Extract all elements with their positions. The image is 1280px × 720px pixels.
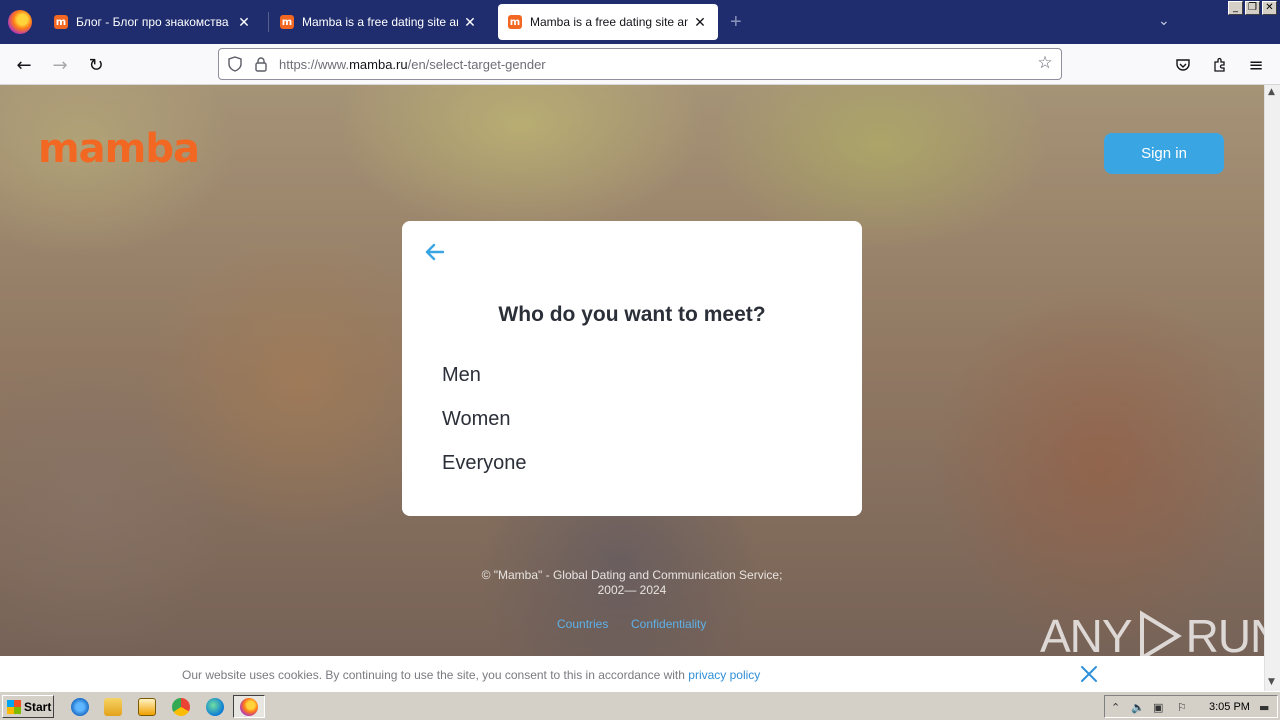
close-icon[interactable] bbox=[1079, 664, 1099, 684]
firefox-icon[interactable] bbox=[8, 10, 32, 34]
close-window-icon[interactable]: ✕ bbox=[1262, 1, 1277, 15]
start-button[interactable]: Start bbox=[2, 695, 54, 718]
edge-icon[interactable] bbox=[206, 698, 224, 716]
mamba-favicon-icon: m bbox=[54, 15, 68, 29]
page-background: mamba Sign in Who do you want to meet? M… bbox=[0, 85, 1264, 691]
option-women[interactable]: Women bbox=[442, 408, 511, 431]
internet-explorer-icon[interactable] bbox=[71, 698, 89, 716]
mamba-favicon-icon: m bbox=[508, 15, 522, 29]
folder-icon[interactable] bbox=[104, 698, 122, 716]
watermark-any: ANY bbox=[1040, 610, 1133, 662]
tab-title: Блог - Блог про знакомства и отн bbox=[76, 15, 232, 29]
copyright-text: © "Mamba" - Global Dating and Communicat… bbox=[432, 568, 832, 598]
tab-separator bbox=[268, 12, 269, 32]
tab-list-chevron-icon[interactable]: ⌄ bbox=[1158, 12, 1170, 29]
chrome-icon[interactable] bbox=[172, 698, 190, 716]
network-icon[interactable]: ▣ bbox=[1153, 701, 1163, 714]
extensions-icon[interactable] bbox=[1207, 52, 1233, 78]
reload-icon[interactable]: ↻ bbox=[83, 52, 109, 78]
minimize-icon[interactable]: _ bbox=[1228, 1, 1243, 15]
card-title: Who do you want to meet? bbox=[498, 303, 766, 326]
new-tab-button[interactable]: + bbox=[730, 10, 742, 34]
tab-strip: m Блог - Блог про знакомства и отн ✕ m M… bbox=[0, 0, 1280, 44]
flag-icon[interactable]: ⚐ bbox=[1177, 701, 1187, 714]
confidentiality-link[interactable]: Confidentiality bbox=[631, 617, 706, 631]
volume-icon[interactable]: 🔈 bbox=[1131, 701, 1145, 714]
show-desktop-icon[interactable]: ▬ bbox=[1259, 701, 1269, 714]
url-text[interactable]: https://www.mamba.ru/en/select-target-ge… bbox=[279, 57, 546, 72]
tray-expand-icon[interactable]: ⌃ bbox=[1111, 701, 1120, 714]
url-path: /en/select-target-gender bbox=[407, 57, 546, 72]
play-triangle-icon bbox=[1139, 610, 1182, 662]
taskbar: Start ⌃ 🔈 ▣ ⚐ 3:05 PM ▬ bbox=[0, 691, 1280, 720]
select-gender-card: Who do you want to meet? Men Women Every… bbox=[402, 221, 862, 516]
restore-icon[interactable]: ❐ bbox=[1245, 1, 1260, 15]
bookmark-star-icon[interactable]: ☆ bbox=[1037, 55, 1053, 72]
mamba-logo[interactable]: mamba bbox=[38, 129, 200, 169]
cookie-text: Our website uses cookies. By continuing … bbox=[182, 668, 760, 682]
back-arrow-icon[interactable]: ← bbox=[11, 52, 37, 78]
navigation-bar: ← → ↻ https://www.mamba.ru/en/select-tar… bbox=[0, 44, 1280, 85]
url-domain: mamba.ru bbox=[349, 57, 408, 72]
shield-icon[interactable] bbox=[227, 56, 243, 72]
back-arrow-icon[interactable] bbox=[422, 239, 448, 265]
url-prefix: https://www. bbox=[279, 57, 350, 72]
watermark-run: RUN bbox=[1185, 610, 1264, 662]
media-player-icon[interactable] bbox=[138, 698, 156, 716]
option-everyone[interactable]: Everyone bbox=[442, 452, 527, 475]
copyright-line-1: © "Mamba" - Global Dating and Communicat… bbox=[481, 568, 783, 582]
tab-title: Mamba is a free dating site and a c bbox=[302, 15, 458, 29]
tab-title: Mamba is a free dating site and a c bbox=[530, 15, 688, 29]
firefox-icon bbox=[240, 698, 258, 716]
scroll-down-icon[interactable]: ▼ bbox=[1268, 677, 1275, 687]
cookie-message: Our website uses cookies. By continuing … bbox=[182, 668, 689, 682]
close-icon[interactable]: ✕ bbox=[462, 14, 478, 30]
start-label: Start bbox=[24, 699, 52, 714]
clock[interactable]: 3:05 PM bbox=[1209, 701, 1250, 713]
close-icon[interactable]: ✕ bbox=[692, 14, 708, 30]
windows-flag-icon bbox=[7, 699, 21, 714]
tab-blog[interactable]: m Блог - Блог про знакомства и отн ✕ bbox=[44, 4, 262, 40]
mamba-favicon-icon: m bbox=[280, 15, 294, 29]
tab-mamba-1[interactable]: m Mamba is a free dating site and a c ✕ bbox=[270, 4, 488, 40]
lock-icon[interactable] bbox=[253, 56, 269, 72]
option-men[interactable]: Men bbox=[442, 364, 481, 387]
countries-link[interactable]: Countries bbox=[557, 617, 608, 631]
tab-mamba-active[interactable]: m Mamba is a free dating site and a c ✕ bbox=[498, 4, 718, 40]
sign-in-button[interactable]: Sign in bbox=[1104, 133, 1224, 174]
close-icon[interactable]: ✕ bbox=[236, 14, 252, 30]
system-tray: ⌃ 🔈 ▣ ⚐ 3:05 PM ▬ bbox=[1104, 695, 1278, 718]
cookie-banner: Our website uses cookies. By continuing … bbox=[0, 656, 1264, 691]
hamburger-menu-icon[interactable]: ≡ bbox=[1243, 52, 1269, 78]
forward-arrow-icon[interactable]: → bbox=[47, 52, 73, 78]
url-bar[interactable]: https://www.mamba.ru/en/select-target-ge… bbox=[218, 48, 1062, 80]
anyrun-watermark: ANY RUN bbox=[1040, 609, 1264, 663]
pocket-icon[interactable] bbox=[1170, 52, 1196, 78]
vertical-scrollbar[interactable]: ▲ ▼ bbox=[1264, 85, 1280, 691]
scroll-up-icon[interactable]: ▲ bbox=[1268, 87, 1275, 97]
copyright-line-2: 2002— 2024 bbox=[597, 583, 667, 597]
privacy-policy-link[interactable]: privacy policy bbox=[688, 668, 760, 682]
firefox-taskbar-button[interactable] bbox=[233, 695, 265, 718]
